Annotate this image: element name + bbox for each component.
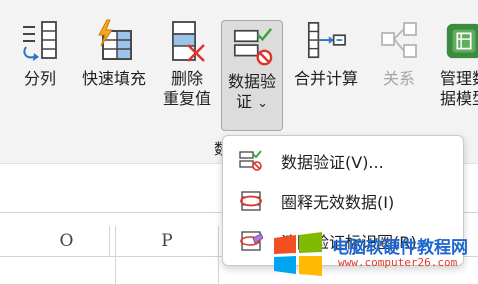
- remove-duplicates-label-line2: 重复值: [162, 89, 211, 108]
- data-validation-button[interactable]: 数据验 证 ⌄: [221, 20, 283, 131]
- flash-fill-icon: [93, 18, 135, 64]
- menu-item-circle-invalid-data-label: 圈释无效数据(I): [281, 193, 395, 212]
- remove-duplicates-icon: [166, 18, 208, 64]
- manage-data-model-label: 管理数 据模型: [440, 69, 478, 109]
- text-to-columns-button[interactable]: 分列: [14, 18, 66, 89]
- data-validation-label-line2: 证: [235, 92, 252, 111]
- manage-data-model-label-line2: 据模型: [439, 89, 478, 108]
- chevron-down-icon: ⌄: [257, 96, 268, 111]
- manage-data-model-button[interactable]: 管理数 据模型: [434, 18, 478, 109]
- relationships-button[interactable]: 关系: [373, 18, 425, 89]
- menu-item-data-validation-label: 数据验证(V)...: [281, 153, 384, 172]
- flash-fill-button[interactable]: 快速填充: [76, 18, 152, 89]
- consolidate-button[interactable]: 合并计算: [288, 18, 364, 89]
- remove-duplicates-label-line1: 删除: [170, 69, 203, 88]
- consolidate-icon: [305, 18, 347, 64]
- text-to-columns-icon: [19, 18, 61, 64]
- column-header-o[interactable]: O: [18, 226, 116, 256]
- remove-duplicates-label: 删除 重复值: [163, 69, 211, 109]
- data-validation-icon: [231, 24, 273, 70]
- consolidate-label: 合并计算: [293, 69, 358, 88]
- text-to-columns-label: 分列: [23, 69, 56, 88]
- column-header-p[interactable]: P: [116, 226, 219, 256]
- grid-line: [218, 256, 219, 284]
- grid-line: [115, 256, 116, 284]
- relationships-icon: [378, 18, 420, 64]
- data-validation-label-line2-wrap: 证 ⌄: [228, 92, 276, 114]
- remove-duplicates-button[interactable]: 删除 重复值: [158, 18, 216, 109]
- flash-fill-label: 快速填充: [81, 69, 146, 88]
- relationships-label: 关系: [382, 69, 415, 88]
- windows-logo-icon: [274, 232, 322, 276]
- clear-validation-circles-icon: [239, 229, 263, 253]
- data-model-icon: [443, 18, 478, 64]
- watermark-url: www.computer26.com: [338, 256, 458, 269]
- menu-item-circle-invalid-data[interactable]: 圈释无效数据(I): [229, 182, 457, 220]
- site-watermark: 电脑软硬件教程网 www.computer26.com: [266, 226, 476, 276]
- data-validation-label: 数据验 证 ⌄: [228, 72, 276, 114]
- data-validation-icon: [239, 149, 263, 173]
- data-validation-label-line1: 数据验: [227, 72, 276, 91]
- circle-invalid-data-icon: [239, 189, 263, 213]
- watermark-title: 电脑软硬件教程网: [332, 238, 468, 258]
- menu-item-data-validation[interactable]: 数据验证(V)...: [229, 142, 457, 180]
- manage-data-model-label-line1: 管理数: [439, 69, 478, 88]
